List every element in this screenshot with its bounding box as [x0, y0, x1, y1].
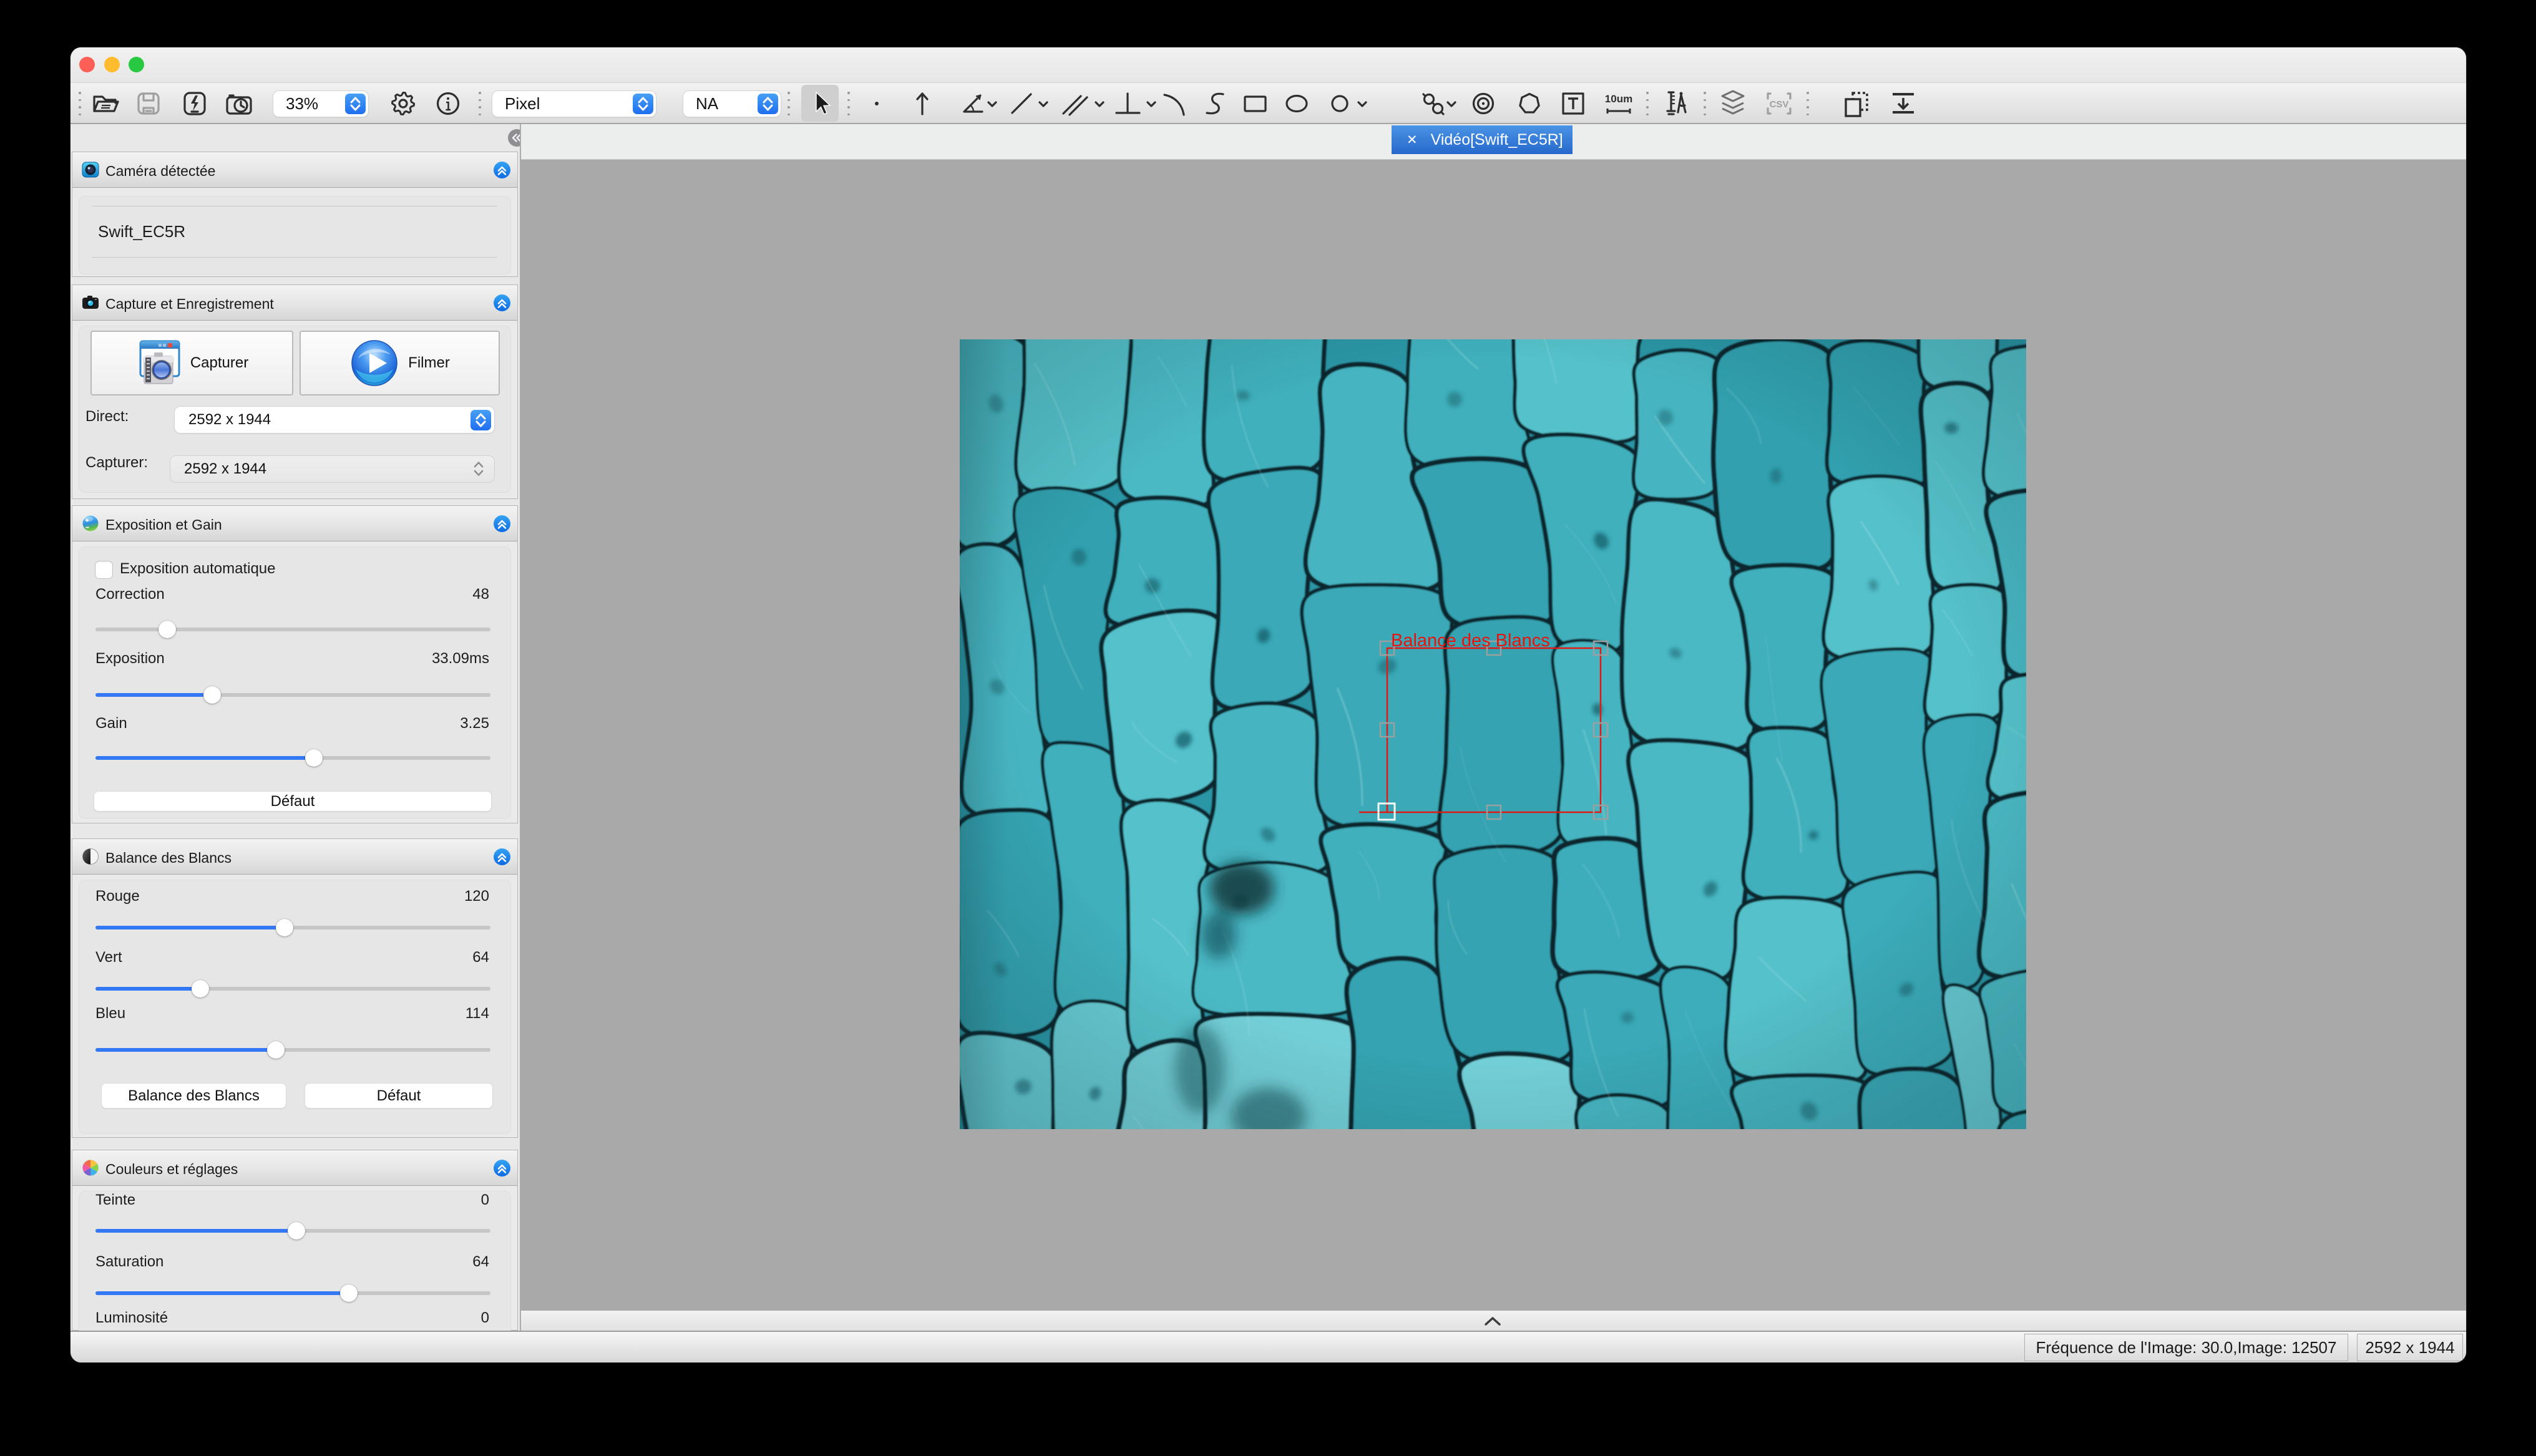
svg-text:CSV: CSV: [1770, 99, 1789, 110]
svg-text:Balance des Blancs: Balance des Blancs: [1391, 631, 1550, 651]
svg-text:10um: 10um: [1605, 93, 1632, 105]
